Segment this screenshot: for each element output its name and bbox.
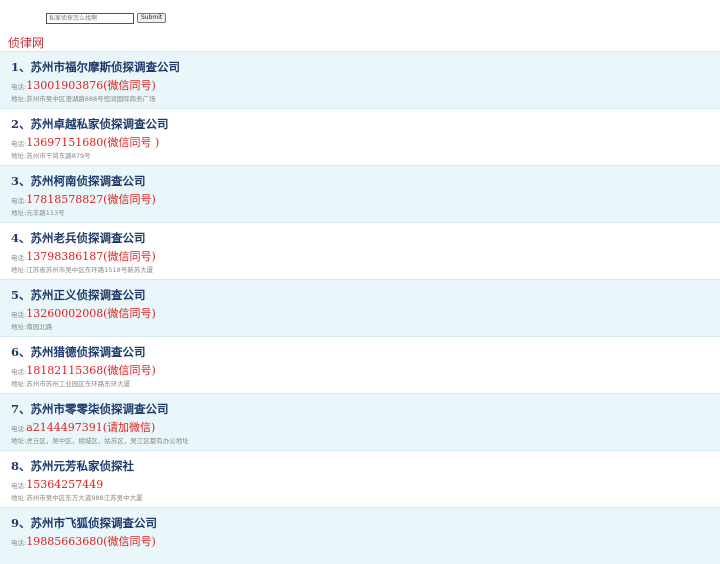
phone-number: 15364257449 bbox=[26, 478, 104, 491]
phone-line: 电话:17818578827(微信同号) bbox=[11, 190, 156, 209]
list-item: 3、苏州柯南侦探调查公司 电话:17818578827(微信同号) 地址:元丰路… bbox=[0, 165, 720, 222]
phone-number: 18182115368(微信同号) bbox=[26, 364, 156, 377]
phone-label: 电话: bbox=[11, 482, 27, 490]
list-item: 9、苏州市飞狐侦探调查公司 电话:19885663680(微信同号) bbox=[0, 507, 720, 564]
phone-label: 电话: bbox=[11, 539, 27, 547]
phone-label: 电话: bbox=[11, 425, 27, 433]
listing-title[interactable]: 7、苏州市零零柒侦探调查公司 bbox=[11, 402, 169, 416]
address: 地址:元丰路113号 bbox=[11, 209, 65, 217]
phone-line: 电话:13260002008(微信同号) bbox=[11, 304, 156, 323]
list-item: 6、苏州猎德侦探调查公司 电话:18182115368(微信同号) 地址:苏州市… bbox=[0, 336, 720, 393]
address: 地址:苏州市吴中区东方大道988江苏吴中大厦 bbox=[11, 494, 143, 502]
listing-title[interactable]: 3、苏州柯南侦探调查公司 bbox=[11, 174, 146, 188]
listing-list: 1、苏州市福尔摩斯侦探调查公司 电话:13001903876(微信同号) 地址:… bbox=[0, 51, 720, 564]
list-item: 1、苏州市福尔摩斯侦探调查公司 电话:13001903876(微信同号) 地址:… bbox=[0, 51, 720, 108]
phone-label: 电话: bbox=[11, 368, 27, 376]
phone-number: 13001903876(微信同号) bbox=[26, 79, 156, 92]
phone-line: 电话:a2144497391(请加微信) bbox=[11, 418, 155, 437]
phone-label: 电话: bbox=[11, 311, 27, 319]
phone-line: 电话:13697151680(微信同号 ) bbox=[11, 133, 159, 152]
phone-number: a2144497391(请加微信) bbox=[26, 421, 156, 434]
address: 地址:苏州市吴中区澄湖路888号恒润国际商务广场 bbox=[11, 95, 156, 103]
listing-title[interactable]: 6、苏州猎德侦探调查公司 bbox=[11, 345, 146, 359]
search-input[interactable] bbox=[46, 12, 134, 24]
listing-title[interactable]: 8、苏州元芳私家侦探社 bbox=[11, 459, 134, 473]
phone-label: 电话: bbox=[11, 254, 27, 262]
phone-line: 电话:15364257449 bbox=[11, 475, 103, 494]
phone-line: 电话:18182115368(微信同号) bbox=[11, 361, 156, 380]
list-item: 7、苏州市零零柒侦探调查公司 电话:a2144497391(请加微信) 地址:虎… bbox=[0, 393, 720, 450]
address: 地址:南园北路 bbox=[11, 323, 53, 331]
listing-title[interactable]: 4、苏州老兵侦探调查公司 bbox=[11, 231, 146, 245]
phone-number: 13697151680(微信同号 ) bbox=[26, 136, 160, 149]
phone-label: 电话: bbox=[11, 83, 27, 91]
list-item: 2、苏州卓越私家侦探调查公司 电话:13697151680(微信同号 ) 地址:… bbox=[0, 108, 720, 165]
listing-title[interactable]: 9、苏州市飞狐侦探调查公司 bbox=[11, 516, 157, 530]
address: 地址:江苏省苏州市吴中区东环路1518号新苏大厦 bbox=[11, 266, 154, 274]
phone-number: 13260002008(微信同号) bbox=[26, 307, 156, 320]
listing-title[interactable]: 1、苏州市福尔摩斯侦探调查公司 bbox=[11, 60, 180, 74]
listing-title[interactable]: 5、苏州正义侦探调查公司 bbox=[11, 288, 146, 302]
address: 地址:苏州市苏州工业园区东环路东环大厦 bbox=[11, 380, 131, 388]
phone-number: 17818578827(微信同号) bbox=[26, 193, 156, 206]
site-title[interactable]: 侦律网 bbox=[8, 35, 44, 51]
phone-line: 电话:19885663680(微信同号) bbox=[11, 532, 156, 551]
submit-button[interactable]: Submit bbox=[137, 13, 167, 23]
list-item: 5、苏州正义侦探调查公司 电话:13260002008(微信同号) 地址:南园北… bbox=[0, 279, 720, 336]
list-item: 4、苏州老兵侦探调查公司 电话:13798386187(微信同号) 地址:江苏省… bbox=[0, 222, 720, 279]
search-bar: Submit bbox=[46, 12, 167, 24]
phone-line: 电话:13001903876(微信同号) bbox=[11, 76, 156, 95]
phone-number: 13798386187(微信同号) bbox=[26, 250, 156, 263]
phone-label: 电话: bbox=[11, 197, 27, 205]
listing-title[interactable]: 2、苏州卓越私家侦探调查公司 bbox=[11, 117, 169, 131]
address: 地址:苏州市干将东路879号 bbox=[11, 152, 91, 160]
phone-line: 电话:13798386187(微信同号) bbox=[11, 247, 156, 266]
phone-label: 电话: bbox=[11, 140, 27, 148]
address: 地址:虎丘区，吴中区，相城区，姑苏区，吴江区都有办公地址 bbox=[11, 437, 189, 445]
list-item: 8、苏州元芳私家侦探社 电话:15364257449 地址:苏州市吴中区东方大道… bbox=[0, 450, 720, 507]
phone-number: 19885663680(微信同号) bbox=[26, 535, 156, 548]
